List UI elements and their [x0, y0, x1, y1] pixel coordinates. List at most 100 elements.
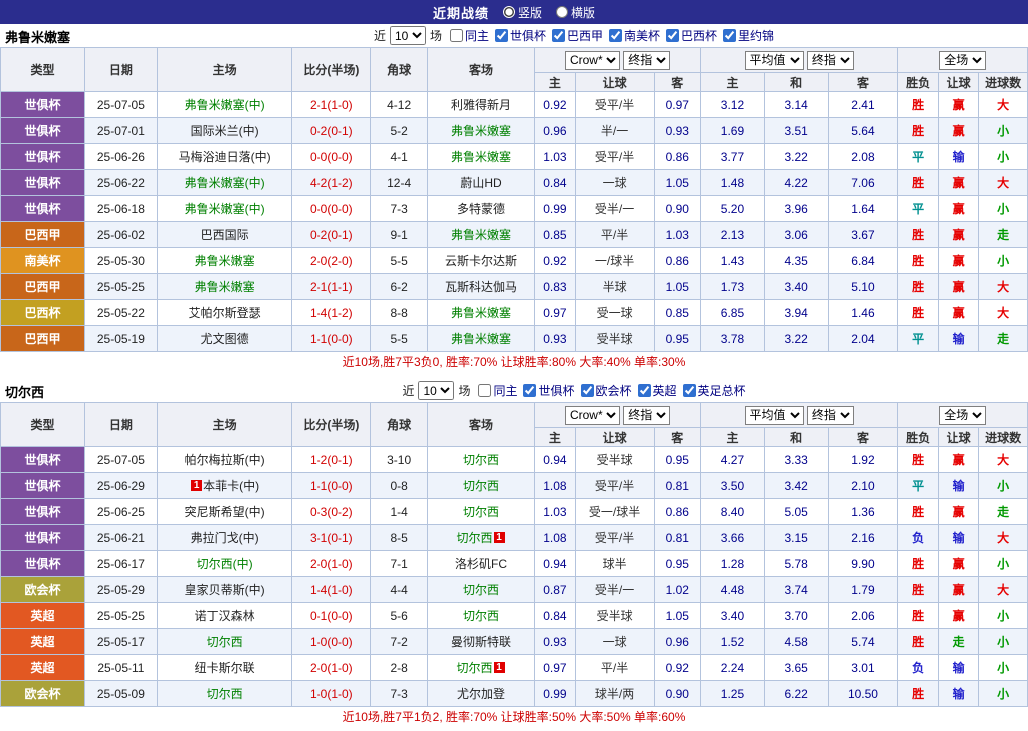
league-badge: 巴西甲	[1, 222, 85, 248]
checkbox-input[interactable]	[581, 384, 594, 397]
avg-time-select[interactable]: 终指	[807, 51, 854, 70]
avg-home-odds: 4.27	[701, 447, 765, 473]
avg-away-odds: 2.06	[828, 603, 898, 629]
home-team: 诺丁汉森林	[157, 603, 292, 629]
score: 0-1(0-0)	[292, 603, 371, 629]
handicap-home-odds: 0.92	[535, 92, 575, 118]
avg-away-odds: 1.92	[828, 447, 898, 473]
league-badge: 英超	[1, 629, 85, 655]
topbar: 近期战绩 竖版 横版	[0, 0, 1028, 24]
col-score: 比分(半场)	[292, 403, 371, 447]
checkbox-input[interactable]	[638, 384, 651, 397]
match-row: 南美杯 25-05-30 弗鲁米嫩塞 2-0(2-0) 5-5 云斯卡尔达斯 0…	[1, 248, 1028, 274]
result-handicap: 赢	[938, 196, 978, 222]
odds-time-select[interactable]: 终指	[623, 406, 670, 425]
bookmaker-select[interactable]: Crow*	[565, 406, 620, 425]
vertical-radio[interactable]	[503, 6, 515, 18]
away-team: 切尔西	[427, 473, 534, 499]
filter-checkbox-世俱杯[interactable]: 世俱杯	[519, 382, 574, 399]
summary-line: 近10场,胜7平3负0, 胜率:70% 让球胜率:80% 大率:40% 单率:3…	[0, 352, 1028, 373]
away-team: 弗鲁米嫩塞	[427, 144, 534, 170]
corner-stat: 2-8	[371, 655, 428, 681]
score: 0-0(0-0)	[292, 196, 371, 222]
checkbox-input[interactable]	[450, 29, 463, 42]
layout-option-horizontal[interactable]: 横版	[556, 4, 595, 21]
result-handicap: 赢	[938, 274, 978, 300]
match-count-select[interactable]: 10	[390, 26, 426, 45]
section-head: 弗鲁米嫩塞 近 10 场 同主世俱杯巴西甲南美杯巴西杯里约锦	[0, 24, 1028, 47]
avg-time-select[interactable]: 终指	[807, 406, 854, 425]
result-outcome: 胜	[898, 92, 938, 118]
handicap-home-odds: 0.97	[535, 300, 575, 326]
checkbox-input[interactable]	[666, 29, 679, 42]
scope-select[interactable]: 全场	[939, 406, 986, 425]
filter-checkbox-同主[interactable]: 同主	[446, 27, 489, 44]
horizontal-radio[interactable]	[556, 6, 568, 18]
checkbox-label: 巴西甲	[567, 27, 603, 44]
match-row: 世俱杯 25-06-17 切尔西(中) 2-0(1-0) 7-1 洛杉矶FC 0…	[1, 551, 1028, 577]
page-title: 近期战绩	[433, 3, 489, 22]
team-name: 弗鲁米嫩塞	[451, 150, 511, 164]
filter-checkbox-巴西甲[interactable]: 巴西甲	[548, 27, 603, 44]
checkbox-input[interactable]	[683, 384, 696, 397]
odds-time-select[interactable]: 终指	[623, 51, 670, 70]
filter-checkbox-同主[interactable]: 同主	[474, 382, 517, 399]
league-badge: 南美杯	[1, 248, 85, 274]
checkbox-input[interactable]	[609, 29, 622, 42]
filter-checkbox-英超[interactable]: 英超	[634, 382, 677, 399]
home-team: 艾帕尔斯登瑟	[157, 300, 292, 326]
corner-stat: 4-1	[371, 144, 428, 170]
col-home: 主场	[157, 403, 292, 447]
away-team: 切尔西1	[427, 525, 534, 551]
col-type: 类型	[1, 403, 85, 447]
score: 0-0(0-0)	[292, 144, 371, 170]
team-name: 弗鲁米嫩塞	[195, 254, 255, 268]
checkbox-input[interactable]	[495, 29, 508, 42]
filter-checkbox-南美杯[interactable]: 南美杯	[605, 27, 660, 44]
sub-col-avg-draw: 和	[764, 73, 828, 92]
score: 0-2(0-1)	[292, 118, 371, 144]
corner-stat: 1-4	[371, 499, 428, 525]
handicap-home-odds: 0.83	[535, 274, 575, 300]
bookmaker-select[interactable]: Crow*	[565, 51, 620, 70]
result-outcome: 平	[898, 326, 938, 352]
score: 2-1(1-1)	[292, 274, 371, 300]
result-goals: 小	[979, 144, 1028, 170]
checkbox-input[interactable]	[523, 384, 536, 397]
filter-checkbox-里约锦[interactable]: 里约锦	[719, 27, 774, 44]
checkbox-input[interactable]	[552, 29, 565, 42]
filter-checkbox-世俱杯[interactable]: 世俱杯	[491, 27, 546, 44]
avg-home-odds: 1.52	[701, 629, 765, 655]
avg-select[interactable]: 平均值	[745, 406, 804, 425]
result-outcome: 胜	[898, 170, 938, 196]
avg-select[interactable]: 平均值	[745, 51, 804, 70]
match-row: 世俱杯 25-06-26 马梅浴迪日落(中) 0-0(0-0) 4-1 弗鲁米嫩…	[1, 144, 1028, 170]
layout-option-vertical[interactable]: 竖版	[503, 4, 542, 21]
avg-draw-odds: 3.65	[764, 655, 828, 681]
col-corner: 角球	[371, 403, 428, 447]
result-outcome: 胜	[898, 681, 938, 707]
home-team: 国际米兰(中)	[157, 118, 292, 144]
match-date: 25-05-09	[84, 681, 157, 707]
score: 0-3(0-2)	[292, 499, 371, 525]
result-goals: 大	[979, 525, 1028, 551]
home-team: 突尼斯希望(中)	[157, 499, 292, 525]
checkbox-input[interactable]	[723, 29, 736, 42]
scope-select[interactable]: 全场	[939, 51, 986, 70]
filter-checkbox-欧会杯[interactable]: 欧会杯	[577, 382, 632, 399]
handicap-line: 一球	[575, 629, 654, 655]
avg-draw-odds: 3.22	[764, 326, 828, 352]
avg-home-odds: 4.48	[701, 577, 765, 603]
away-team: 弗鲁米嫩塞	[427, 118, 534, 144]
team-name: 蔚山HD	[460, 176, 501, 190]
match-count-select[interactable]: 10	[418, 381, 454, 400]
odds-group-header: Crow* 终指	[535, 48, 701, 73]
handicap-line: 受平/半	[575, 473, 654, 499]
filter-checkbox-巴西杯[interactable]: 巴西杯	[662, 27, 717, 44]
checkbox-label: 世俱杯	[538, 382, 574, 399]
handicap-home-odds: 0.94	[535, 551, 575, 577]
match-row: 世俱杯 25-07-05 弗鲁米嫩塞(中) 2-1(1-0) 4-12 利雅得新…	[1, 92, 1028, 118]
filter-checkbox-英足总杯[interactable]: 英足总杯	[679, 382, 746, 399]
checkbox-input[interactable]	[478, 384, 491, 397]
handicap-away-odds: 0.95	[654, 326, 701, 352]
